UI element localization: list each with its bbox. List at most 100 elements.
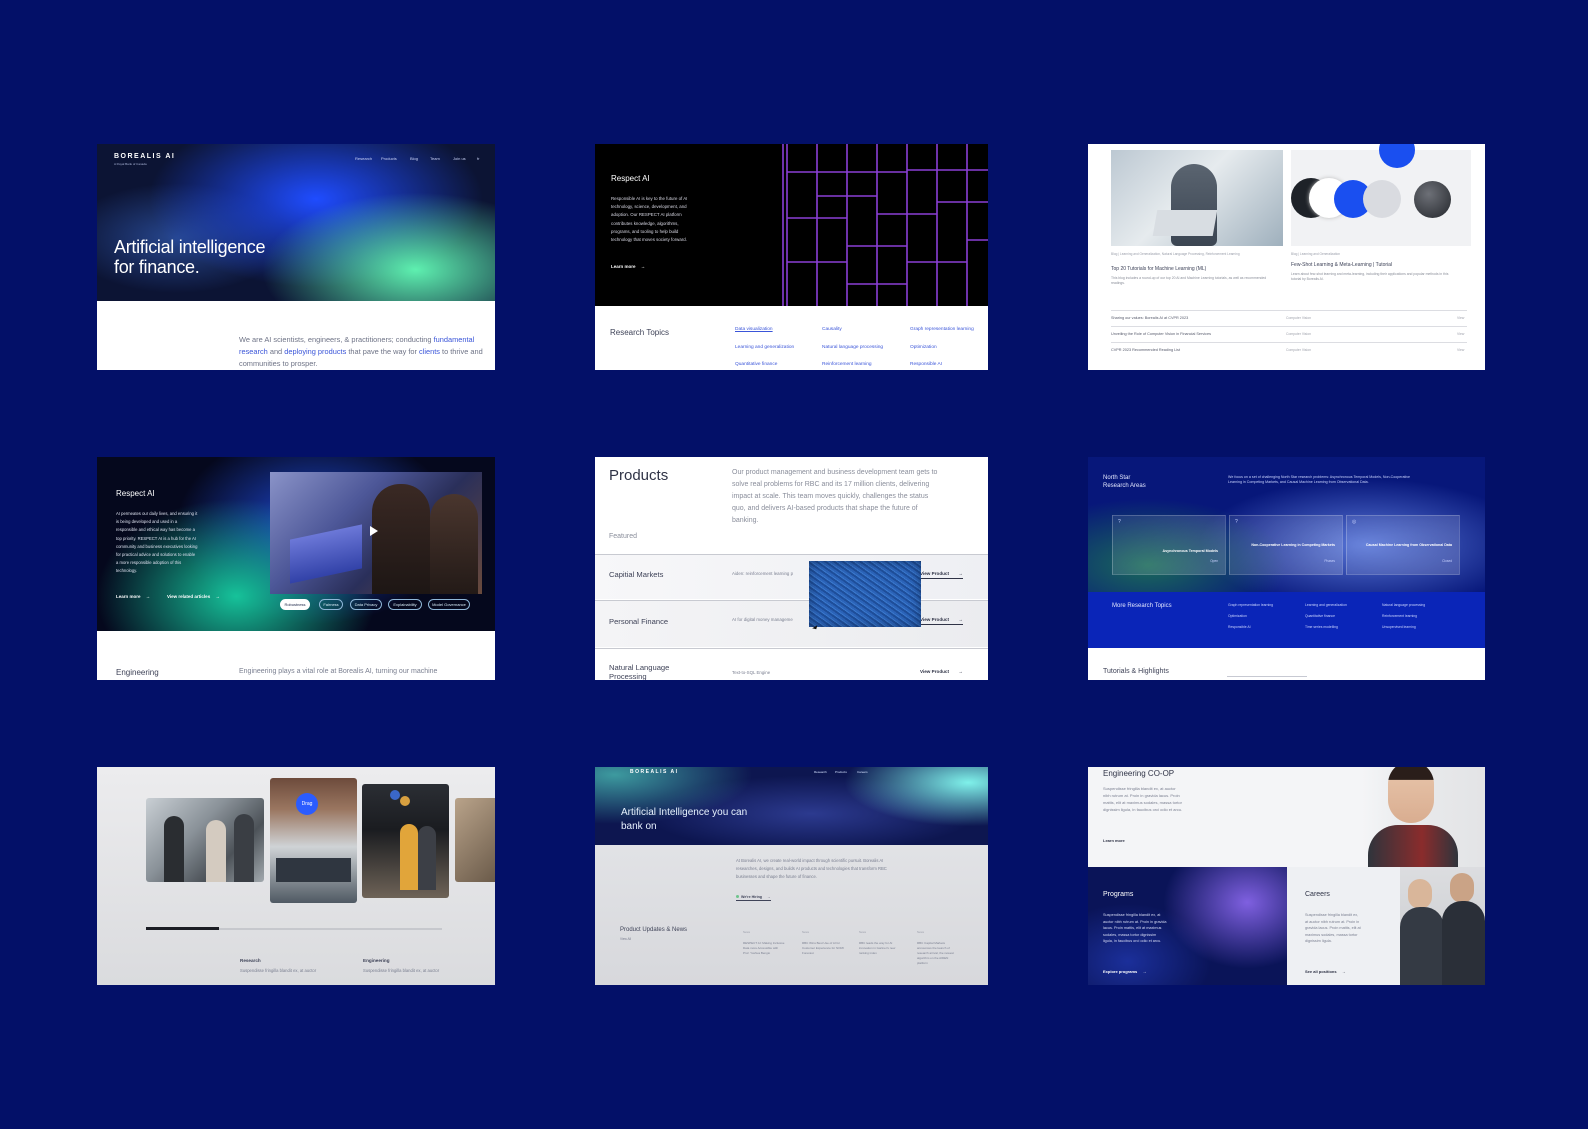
research-topics-label: Research Topics (610, 328, 669, 337)
nav-item-team[interactable]: Team (430, 156, 440, 161)
balloon-decoration (400, 796, 410, 806)
link-clients[interactable]: clients (419, 347, 440, 356)
filter-pill-data-privacy[interactable]: Data Privacy (350, 599, 382, 610)
person-head (1388, 767, 1434, 823)
topic-link[interactable]: Responsible AI (1228, 625, 1251, 629)
homepage-alt-preview-card[interactable]: BOREALIS AI Research Products Careers Ar… (595, 767, 988, 985)
list-item-title[interactable]: CVPR 2023 Recommended Reading List (1111, 348, 1180, 352)
laptop-shape (290, 524, 362, 584)
news-item[interactable]: RESPECT AI: Making Inclusive Data more A… (743, 941, 785, 956)
careers-preview-card[interactable]: Engineering CO-OP Suspendisse fringilla … (1088, 767, 1485, 985)
list-item-view-link[interactable]: View (1457, 316, 1464, 320)
post-title-link[interactable]: Few-Shot Learning & Meta-Learning | Tuto… (1291, 262, 1392, 268)
section-title: Respect AI (116, 489, 155, 498)
see-all-positions-link[interactable]: See all positions → (1305, 969, 1346, 974)
section-title-line-1: North Star (1103, 475, 1131, 481)
carousel-photo[interactable] (362, 784, 449, 898)
news-item[interactable]: RBC Capital Markets announces the launch… (917, 941, 957, 966)
learn-more-link[interactable]: Learn more → (611, 264, 645, 269)
topic-link[interactable]: Reinforcement learning (1382, 614, 1417, 618)
tile-tag: Closed (1442, 559, 1452, 563)
view-related-articles-link[interactable]: View related articles → (167, 594, 220, 599)
learn-more-link[interactable]: Learn more (1103, 838, 1125, 843)
list-item-title[interactable]: Sharing our values: Borealis AI at CVPR … (1111, 316, 1188, 320)
view-all-link[interactable]: View All (620, 937, 631, 941)
topic-link[interactable]: Quantitative finance (735, 362, 777, 367)
video-thumbnail[interactable] (270, 472, 482, 594)
nav-item-products[interactable]: Products (381, 156, 397, 161)
view-product-link[interactable]: View Product → (920, 571, 963, 579)
learn-more-link[interactable]: Learn more → (116, 594, 150, 599)
nav-item-research[interactable]: Research (355, 156, 372, 161)
news-label: News (859, 930, 866, 934)
topic-link[interactable]: Graph representation learning (910, 327, 974, 332)
news-item[interactable]: RBC Wins Best Use of AI for Customer Exp… (802, 941, 844, 956)
filter-pill-robustness[interactable]: Robustness (280, 599, 310, 610)
drag-button[interactable]: Drag (296, 793, 318, 815)
topic-link[interactable]: Data visualization (735, 327, 773, 332)
topic-link[interactable]: Graph representation learning (1228, 603, 1273, 607)
careers-title: Careers (1305, 891, 1330, 898)
nav-item-join-us[interactable]: Join us (453, 156, 466, 161)
nav-item-careers[interactable]: Careers (857, 770, 868, 774)
topic-link[interactable]: Natural language processing (822, 345, 883, 350)
products-preview-card[interactable]: Products Our product management and busi… (595, 457, 988, 680)
blog-post-photo[interactable] (1111, 150, 1283, 246)
tile-tag: Phases (1324, 559, 1335, 563)
logo[interactable]: BOREALIS AI (630, 769, 679, 775)
gallery-carousel-card[interactable]: Drag Research Suspendisse fringilla blan… (97, 767, 495, 985)
carousel-progress-thumb[interactable] (146, 927, 219, 930)
person-figure (400, 824, 418, 890)
research-areas-preview-card[interactable]: North Star Research Areas We focus on a … (1088, 457, 1485, 680)
play-icon[interactable] (370, 526, 378, 536)
product-name: Natural Language Processing (609, 663, 670, 680)
tile-icon: ? (1235, 519, 1238, 525)
arrow-right-icon: → (958, 571, 963, 576)
carousel-photo[interactable] (455, 798, 495, 882)
column-text: Suspendisse fringilla blandit ex, at auc… (363, 968, 440, 973)
topic-link[interactable]: Time series modelling (1305, 625, 1338, 629)
tile-title: Non-Cooperative Learning in Competing Ma… (1251, 543, 1335, 547)
list-item-title[interactable]: Unveiling the Role of Computer Vision in… (1111, 332, 1211, 336)
nav-item-products[interactable]: Products (835, 770, 847, 774)
list-item-view-link[interactable]: View (1457, 348, 1464, 352)
view-product-link[interactable]: View Product → (920, 669, 963, 674)
filter-pill-model-governance[interactable]: Model Governance (428, 599, 470, 610)
filter-pill-fairness[interactable]: Fairness (319, 599, 343, 610)
blog-preview-card[interactable]: Blog | Learning and Generalization, Natu… (1088, 144, 1485, 370)
topic-link[interactable]: Natural language processing (1382, 603, 1425, 607)
topic-link[interactable]: Causality (822, 327, 842, 332)
nav-item-research[interactable]: Research (814, 770, 827, 774)
news-item[interactable]: RBC leads the way for AI innovation in G… (859, 941, 901, 956)
updates-title: Product Updates & News (620, 927, 688, 933)
nav-item-blog[interactable]: Blog (410, 156, 418, 161)
list-item-view-link[interactable]: View (1457, 332, 1464, 336)
circle-blue-top (1379, 144, 1415, 168)
topic-link[interactable]: Learning and generalization (1305, 603, 1347, 607)
blog-post-illustration[interactable] (1291, 144, 1471, 246)
link-deploying-products[interactable]: deploying products (284, 347, 346, 356)
nav-item-language[interactable]: fr (477, 156, 479, 161)
logo[interactable]: BOREALIS AI (114, 153, 175, 160)
carousel-photo[interactable] (146, 798, 264, 882)
respect-ai-preview-card[interactable]: Respect AI Responsible AI is key to the … (595, 144, 988, 370)
topic-link[interactable]: Optimization (1228, 614, 1247, 618)
post-title-link[interactable]: Top 20 Tutorials for Machine Learning (M… (1111, 266, 1206, 272)
topic-link[interactable]: Unsupervised learning (1382, 625, 1416, 629)
hiring-link[interactable]: We're Hiring → (736, 895, 771, 901)
research-tile[interactable] (1112, 515, 1226, 575)
topic-link[interactable]: Reinforcement learning (822, 362, 872, 367)
topic-link[interactable]: Responsible AI (910, 362, 942, 367)
topic-link[interactable]: Optimization (910, 345, 937, 350)
homepage-preview-card[interactable]: BOREALIS AI A Royal Bank of Canada Resea… (97, 144, 495, 370)
topic-link[interactable]: Quantitative finance (1305, 614, 1335, 618)
programs-title: Programs (1103, 891, 1134, 898)
section-title-line-2: Research Areas (1103, 483, 1146, 489)
tile-icon: ? (1118, 519, 1121, 525)
view-product-link[interactable]: View Product → (920, 617, 963, 625)
respect-ai-video-card[interactable]: Respect AI AI permeates our daily lives,… (97, 457, 495, 680)
filter-pill-explainability[interactable]: Explainability (388, 599, 422, 610)
section-body: Responsible AI is key to the future of A… (611, 196, 688, 243)
explore-programs-link[interactable]: Explore programs → (1103, 969, 1146, 974)
topic-link[interactable]: Learning and generalization (735, 345, 794, 350)
